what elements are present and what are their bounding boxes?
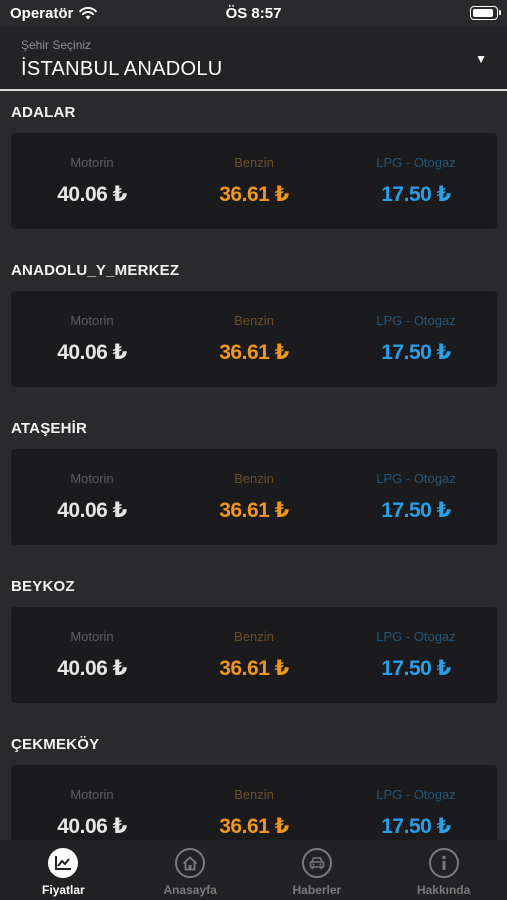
tab-bar: Fiyatlar Anasayfa Haberler Hakkında: [0, 840, 507, 900]
district-name: ADALAR: [11, 104, 76, 121]
diesel-price: 40.06 ₺: [57, 657, 127, 680]
tab-label: Anasayfa: [163, 883, 217, 897]
lpg-column: LPG - Otogaz 17.50 ₺: [335, 607, 497, 703]
tab-label: Hakkında: [416, 883, 471, 897]
city-selector-label: Şehir Seçiniz: [21, 38, 92, 52]
tab-label: Haberler: [292, 883, 342, 897]
petrol-column: Benzin 36.61 ₺: [173, 449, 335, 545]
lpg-label: LPG - Otogaz: [376, 313, 456, 328]
price-card[interactable]: Motorin 40.06 ₺ Benzin 36.61 ₺ LPG - Oto…: [11, 765, 497, 840]
lpg-price: 17.50 ₺: [381, 657, 451, 680]
petrol-label: Benzin: [234, 787, 274, 802]
petrol-column: Benzin 36.61 ₺: [173, 607, 335, 703]
diesel-label: Motorin: [70, 787, 114, 802]
district-list[interactable]: ADALAR Motorin 40.06 ₺ Benzin 36.61 ₺ LP…: [0, 92, 507, 840]
petrol-price: 36.61 ₺: [219, 657, 289, 680]
diesel-label: Motorin: [70, 313, 114, 328]
tab-hakkinda[interactable]: Hakkında: [380, 840, 507, 900]
district-section: BEYKOZ Motorin 40.06 ₺ Benzin 36.61 ₺ LP…: [0, 566, 507, 724]
chart-icon: [48, 848, 79, 878]
diesel-column: Motorin 40.06 ₺: [11, 291, 173, 387]
city-selector[interactable]: Şehir Seçiniz İSTANBUL ANADOLU ▼: [0, 27, 507, 91]
petrol-column: Benzin 36.61 ₺: [173, 133, 335, 229]
lpg-price: 17.50 ₺: [381, 341, 451, 364]
petrol-column: Benzin 36.61 ₺: [173, 765, 335, 840]
status-bar: Operatör ÖS 8:57: [0, 0, 507, 27]
district-section: ADALAR Motorin 40.06 ₺ Benzin 36.61 ₺ LP…: [0, 92, 507, 250]
lpg-price: 17.50 ₺: [381, 815, 451, 838]
diesel-label: Motorin: [70, 155, 114, 170]
district-name: ÇEKMEKÖY: [11, 736, 100, 753]
petrol-price: 36.61 ₺: [219, 815, 289, 838]
info-icon: [428, 848, 459, 878]
diesel-price: 40.06 ₺: [57, 183, 127, 206]
status-time: ÖS 8:57: [225, 5, 282, 22]
lpg-label: LPG - Otogaz: [376, 787, 456, 802]
price-card[interactable]: Motorin 40.06 ₺ Benzin 36.61 ₺ LPG - Oto…: [11, 133, 497, 229]
lpg-column: LPG - Otogaz 17.50 ₺: [335, 291, 497, 387]
diesel-price: 40.06 ₺: [57, 499, 127, 522]
tab-haberler[interactable]: Haberler: [254, 840, 381, 900]
tab-fiyatlar[interactable]: Fiyatlar: [0, 840, 127, 900]
tab-label: Fiyatlar: [42, 883, 85, 897]
petrol-price: 36.61 ₺: [219, 341, 289, 364]
lpg-column: LPG - Otogaz 17.50 ₺: [335, 765, 497, 840]
diesel-label: Motorin: [70, 471, 114, 486]
petrol-label: Benzin: [234, 313, 274, 328]
lpg-column: LPG - Otogaz 17.50 ₺: [335, 449, 497, 545]
lpg-label: LPG - Otogaz: [376, 471, 456, 486]
battery-icon: [470, 6, 501, 20]
diesel-column: Motorin 40.06 ₺: [11, 765, 173, 840]
petrol-price: 36.61 ₺: [219, 183, 289, 206]
petrol-column: Benzin 36.61 ₺: [173, 291, 335, 387]
district-name: ATAŞEHİR: [11, 420, 88, 437]
diesel-column: Motorin 40.06 ₺: [11, 449, 173, 545]
lpg-label: LPG - Otogaz: [376, 155, 456, 170]
district-section: ATAŞEHİR Motorin 40.06 ₺ Benzin 36.61 ₺ …: [0, 408, 507, 566]
diesel-price: 40.06 ₺: [57, 341, 127, 364]
dropdown-arrow-icon[interactable]: ▼: [475, 52, 487, 66]
lpg-label: LPG - Otogaz: [376, 629, 456, 644]
lpg-column: LPG - Otogaz 17.50 ₺: [335, 133, 497, 229]
price-card[interactable]: Motorin 40.06 ₺ Benzin 36.61 ₺ LPG - Oto…: [11, 449, 497, 545]
district-section: ANADOLU_Y_MERKEZ Motorin 40.06 ₺ Benzin …: [0, 250, 507, 408]
price-card[interactable]: Motorin 40.06 ₺ Benzin 36.61 ₺ LPG - Oto…: [11, 291, 497, 387]
diesel-label: Motorin: [70, 629, 114, 644]
city-selector-value: İSTANBUL ANADOLU: [21, 58, 223, 80]
district-name: ANADOLU_Y_MERKEZ: [11, 262, 180, 279]
lpg-price: 17.50 ₺: [381, 183, 451, 206]
diesel-column: Motorin 40.06 ₺: [11, 607, 173, 703]
district-section: ÇEKMEKÖY Motorin 40.06 ₺ Benzin 36.61 ₺ …: [0, 724, 507, 840]
diesel-column: Motorin 40.06 ₺: [11, 133, 173, 229]
price-card[interactable]: Motorin 40.06 ₺ Benzin 36.61 ₺ LPG - Oto…: [11, 607, 497, 703]
lpg-price: 17.50 ₺: [381, 499, 451, 522]
petrol-price: 36.61 ₺: [219, 499, 289, 522]
car-icon: [301, 848, 332, 878]
diesel-price: 40.06 ₺: [57, 815, 127, 838]
petrol-label: Benzin: [234, 471, 274, 486]
district-name: BEYKOZ: [11, 578, 75, 595]
tab-anasayfa[interactable]: Anasayfa: [127, 840, 254, 900]
petrol-label: Benzin: [234, 629, 274, 644]
petrol-label: Benzin: [234, 155, 274, 170]
home-icon: [175, 848, 206, 878]
